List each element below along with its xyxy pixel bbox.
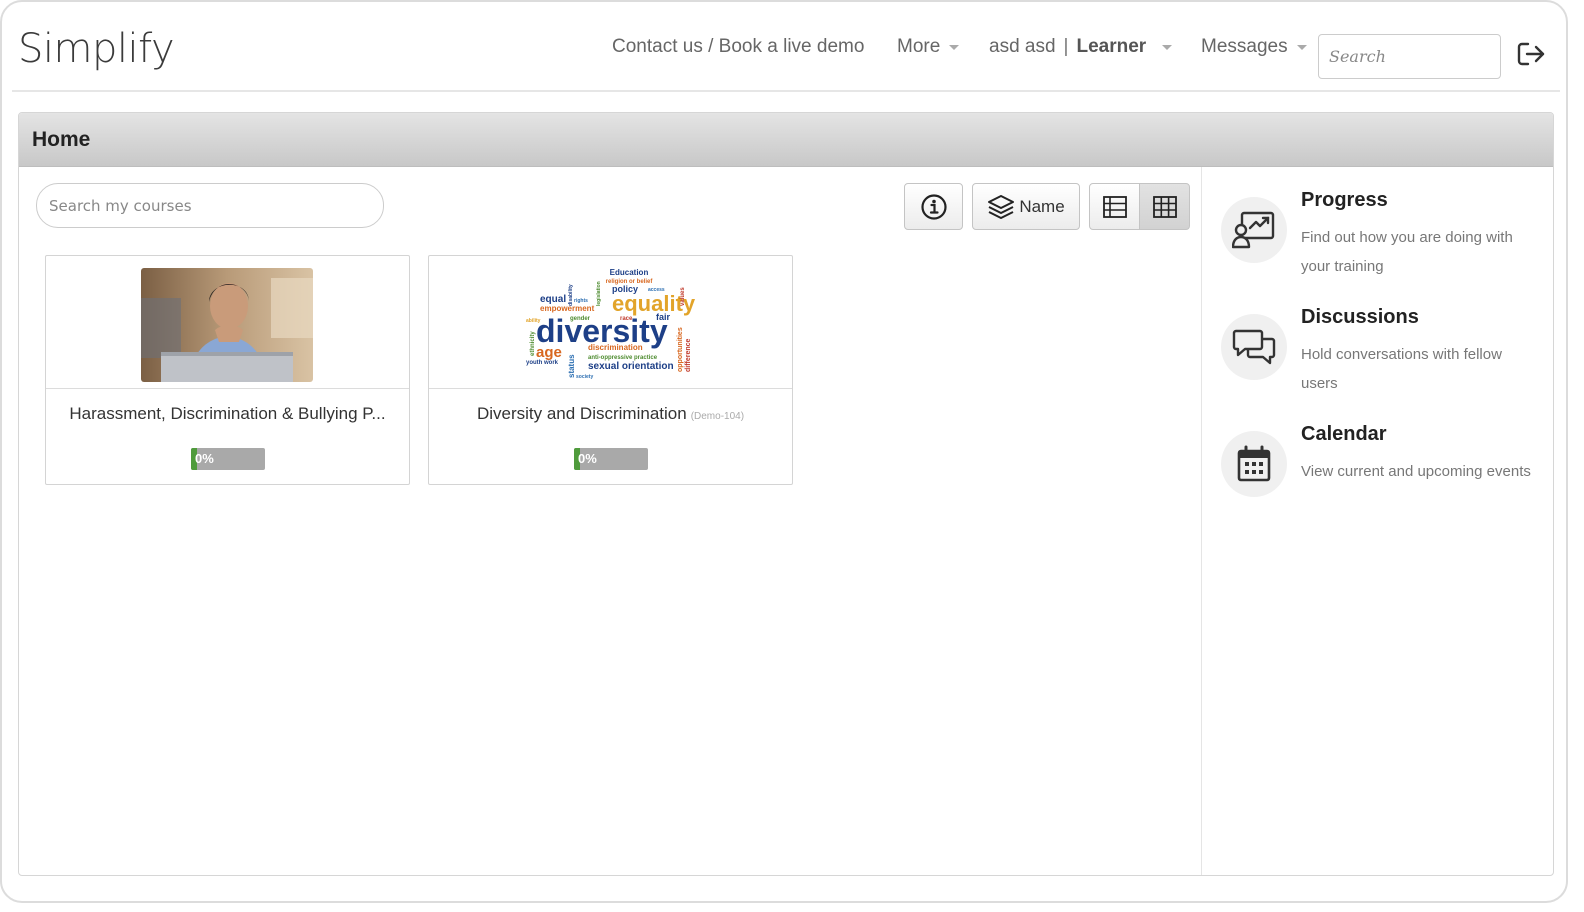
user-menu[interactable]: asd asd | Learner	[989, 2, 1173, 92]
course-progress-bar: 0%	[191, 448, 265, 470]
course-search-input[interactable]	[36, 183, 384, 228]
more-menu-label[interactable]: More	[897, 36, 940, 58]
sidebar-item-description: View current and upcoming events	[1301, 463, 1531, 480]
cloud-word: disability	[568, 284, 574, 306]
sidebar-icon-circle	[1221, 431, 1287, 497]
nav-contact[interactable]: Contact us / Book a live demo	[612, 2, 864, 92]
sidebar-icon-circle	[1221, 197, 1287, 263]
messages-menu[interactable]: Messages	[1201, 2, 1307, 92]
sidebar-item-description: Find out how you are doing with your tra…	[1301, 229, 1513, 275]
chevron-down-icon	[949, 44, 960, 50]
course-card[interactable]: Education religion or belief equal right…	[428, 255, 793, 485]
logout-icon[interactable]	[1515, 38, 1547, 70]
progress-label: 0%	[578, 451, 597, 466]
list-view-button[interactable]	[1089, 183, 1140, 230]
cloud-word: society	[576, 374, 593, 380]
cloud-word: sexual orientation	[588, 361, 674, 372]
cloud-word: Education	[610, 268, 649, 277]
messages-menu-label[interactable]: Messages	[1201, 36, 1288, 58]
sort-label: Name	[1019, 196, 1065, 216]
user-name[interactable]: asd asd	[989, 36, 1056, 58]
sidebar-icon-circle	[1221, 314, 1287, 380]
sidebar-item-title[interactable]: Progress	[1301, 189, 1388, 212]
cloud-word: age	[536, 344, 562, 361]
cloud-word: discrimination	[588, 343, 643, 352]
more-menu[interactable]: More	[897, 2, 960, 92]
progress-chart-icon	[1232, 211, 1275, 249]
course-progress-bar: 0%	[574, 448, 648, 470]
sidebar-item-progress[interactable]: Progress Find out how you are doing with…	[1221, 189, 1541, 289]
course-title-text[interactable]: Diversity and Discrimination	[477, 404, 687, 423]
sidebar-item-discussions[interactable]: Discussions Hold conversations with fell…	[1221, 306, 1541, 406]
course-code: (Demo-104)	[690, 411, 745, 422]
user-role[interactable]: Learner	[1076, 36, 1146, 58]
cloud-word: values	[680, 287, 686, 306]
woman-thinking-at-laptop-photo	[141, 268, 313, 382]
sidebar-item-title[interactable]: Discussions	[1301, 306, 1419, 329]
course-image-area: Education religion or belief equal right…	[429, 256, 792, 389]
diversity-word-cloud: Education religion or belief equal right…	[524, 266, 696, 382]
top-navbar: Simplify Contact us / Book a live demo M…	[12, 2, 1560, 92]
cloud-word: legislation	[596, 281, 602, 306]
grid-view-icon	[1152, 195, 1177, 218]
cloud-word: ability	[526, 318, 541, 324]
course-title[interactable]: Harassment, Discrimination & Bullying P.…	[46, 404, 409, 424]
chat-bubbles-icon	[1232, 329, 1276, 365]
sidebar-divider	[1201, 167, 1202, 875]
course-title-text[interactable]: Harassment, Discrimination & Bullying P.…	[69, 404, 385, 423]
course-card[interactable]: Harassment, Discrimination & Bullying P.…	[45, 255, 410, 485]
app-window: Simplify Contact us / Book a live demo M…	[0, 0, 1568, 903]
info-button[interactable]	[904, 183, 963, 230]
sidebar-item-description: Hold conversations with fellow users	[1301, 346, 1502, 392]
sidebar-item-calendar[interactable]: Calendar View current and upcoming event…	[1221, 423, 1541, 523]
cloud-word: difference	[685, 338, 692, 372]
info-icon	[920, 193, 947, 220]
global-search-input[interactable]	[1318, 34, 1501, 79]
cloud-word: status	[567, 354, 576, 378]
chevron-down-icon	[1162, 44, 1173, 50]
user-separator: |	[1063, 36, 1069, 57]
grid-view-button[interactable]	[1139, 183, 1190, 230]
panel-header: Home	[19, 113, 1553, 167]
calendar-icon	[1237, 445, 1271, 482]
list-view-icon	[1102, 195, 1127, 218]
sidebar-item-title[interactable]: Calendar	[1301, 423, 1387, 446]
cloud-word: youth work	[526, 360, 559, 366]
course-title[interactable]: Diversity and Discrimination (Demo-104)	[429, 404, 792, 424]
home-panel: Home Name	[18, 112, 1554, 876]
progress-label: 0%	[195, 451, 214, 466]
chevron-down-icon	[1296, 44, 1307, 50]
layers-icon	[988, 194, 1015, 219]
course-image-area	[46, 256, 409, 389]
sort-by-name-button[interactable]: Name	[972, 183, 1080, 230]
cloud-word: opportunities	[677, 327, 684, 372]
page-title: Home	[32, 127, 91, 151]
cloud-word: ethnicity	[530, 331, 536, 356]
contact-link[interactable]: Contact us / Book a live demo	[612, 36, 864, 58]
brand-logo[interactable]: Simplify	[18, 26, 175, 72]
